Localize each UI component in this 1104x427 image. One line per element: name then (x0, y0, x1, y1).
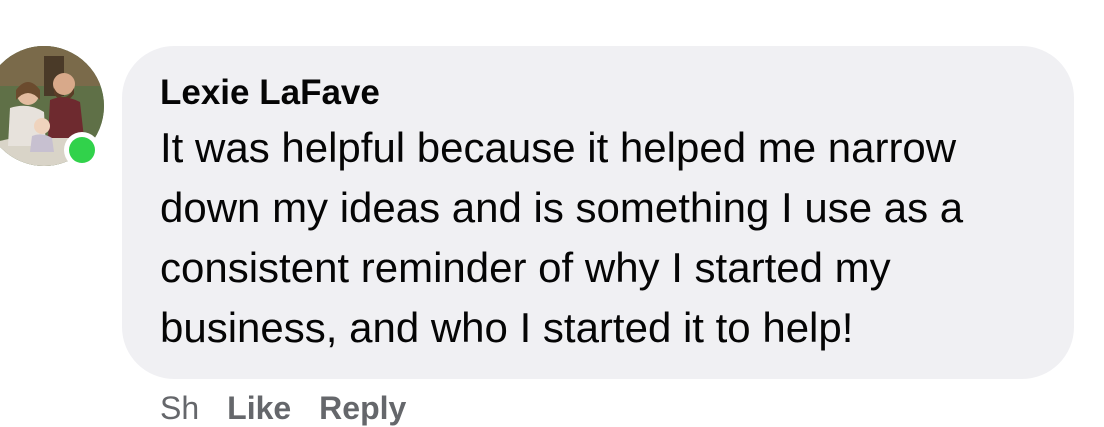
like-button[interactable]: Like (227, 390, 291, 427)
avatar-container[interactable] (0, 46, 104, 168)
comment-text: It was helpful because it helped me narr… (160, 124, 964, 351)
comment-actions: Sh Like Reply (160, 390, 406, 427)
comment-author[interactable]: Lexie LaFave (160, 72, 1038, 114)
online-status-dot-icon (69, 137, 95, 163)
comment-timestamp[interactable]: Sh (160, 390, 199, 427)
presence-ring (64, 132, 100, 168)
comment-bubble: Lexie LaFave It was helpful because it h… (122, 46, 1074, 379)
reply-button[interactable]: Reply (319, 390, 406, 427)
